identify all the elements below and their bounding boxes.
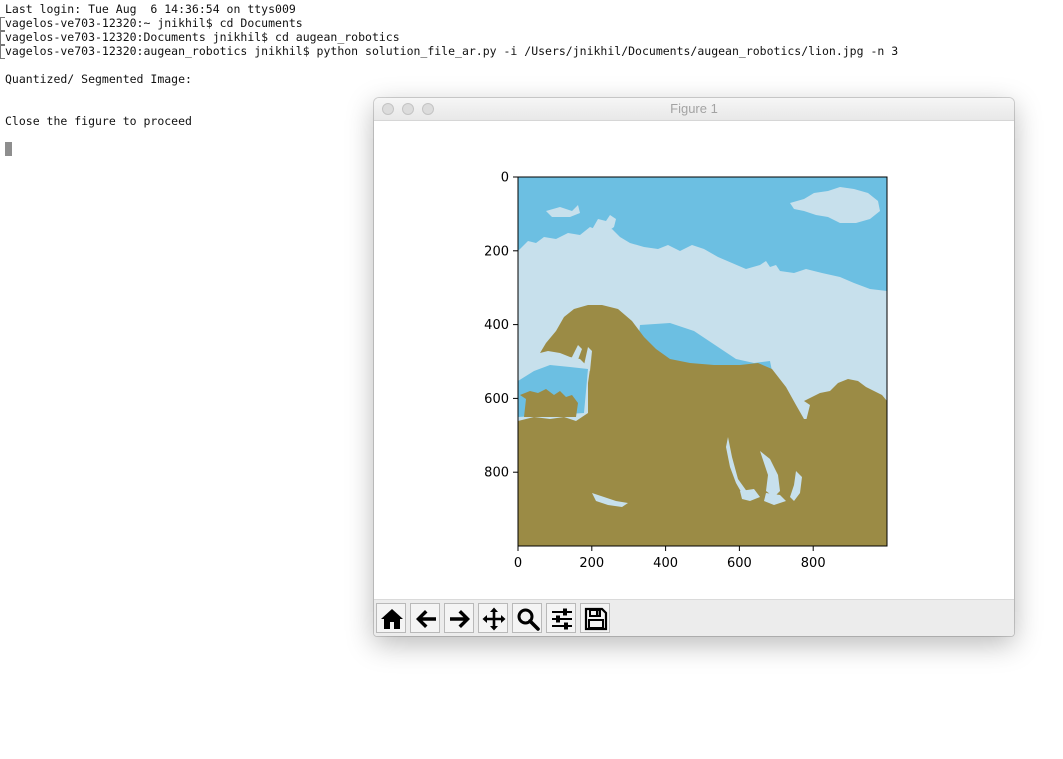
window-titlebar[interactable]: Figure 1 bbox=[374, 98, 1014, 121]
terminal-line-last-login: Last login: Tue Aug 6 14:36:54 on ttys00… bbox=[5, 2, 296, 16]
arrow-left-icon bbox=[416, 610, 436, 628]
x-tick-label: 600 bbox=[727, 556, 752, 571]
x-tick-label: 400 bbox=[653, 556, 678, 571]
home-icon bbox=[381, 609, 403, 629]
y-axis: 0 200 400 600 800 bbox=[484, 171, 518, 481]
zoom-button[interactable] bbox=[512, 603, 542, 633]
floppy-disk-icon bbox=[584, 607, 608, 631]
figure-toolbar bbox=[374, 599, 1014, 636]
plot-svg: 0 200 400 600 800 0 200 400 600 800 bbox=[484, 171, 888, 571]
y-tick-label: 400 bbox=[484, 318, 509, 333]
move-icon bbox=[482, 607, 506, 631]
pan-button[interactable] bbox=[478, 603, 508, 633]
terminal-cursor bbox=[5, 142, 12, 156]
segmented-lion-image bbox=[518, 177, 887, 546]
x-tick-label: 200 bbox=[579, 556, 604, 571]
back-button[interactable] bbox=[410, 603, 440, 633]
sliders-icon bbox=[552, 608, 572, 630]
terminal-line-quantized-heading: Quantized/ Segmented Image: bbox=[5, 72, 192, 86]
terminal-line-close-figure: Close the figure to proceed bbox=[5, 114, 192, 128]
arrow-right-icon bbox=[450, 610, 470, 628]
x-tick-label: 0 bbox=[514, 556, 522, 571]
x-tick-label: 800 bbox=[801, 556, 826, 571]
y-tick-label: 0 bbox=[501, 171, 509, 186]
plot-canvas[interactable]: 0 200 400 600 800 0 200 400 600 800 bbox=[374, 121, 1014, 599]
home-button[interactable] bbox=[376, 603, 406, 633]
terminal-line-cd-augean: vagelos-ve703-12320:Documents jnikhil$ c… bbox=[5, 30, 400, 44]
y-tick-label: 600 bbox=[484, 392, 509, 407]
x-axis: 0 200 400 600 800 bbox=[514, 546, 826, 571]
y-tick-label: 200 bbox=[484, 244, 509, 259]
forward-button[interactable] bbox=[444, 603, 474, 633]
terminal-line-cd-documents: vagelos-ve703-12320:~ jnikhil$ cd Docume… bbox=[5, 16, 303, 30]
magnifier-icon bbox=[517, 608, 540, 631]
configure-subplots-button[interactable] bbox=[546, 603, 576, 633]
terminal-line-python-command: vagelos-ve703-12320:augean_robotics jnik… bbox=[5, 44, 899, 58]
window-title: Figure 1 bbox=[670, 101, 718, 116]
figure-window[interactable]: Figure 1 0 200 400 600 800 0 200 400 600… bbox=[374, 98, 1014, 636]
save-button[interactable] bbox=[580, 603, 610, 633]
y-tick-label: 800 bbox=[484, 466, 509, 481]
